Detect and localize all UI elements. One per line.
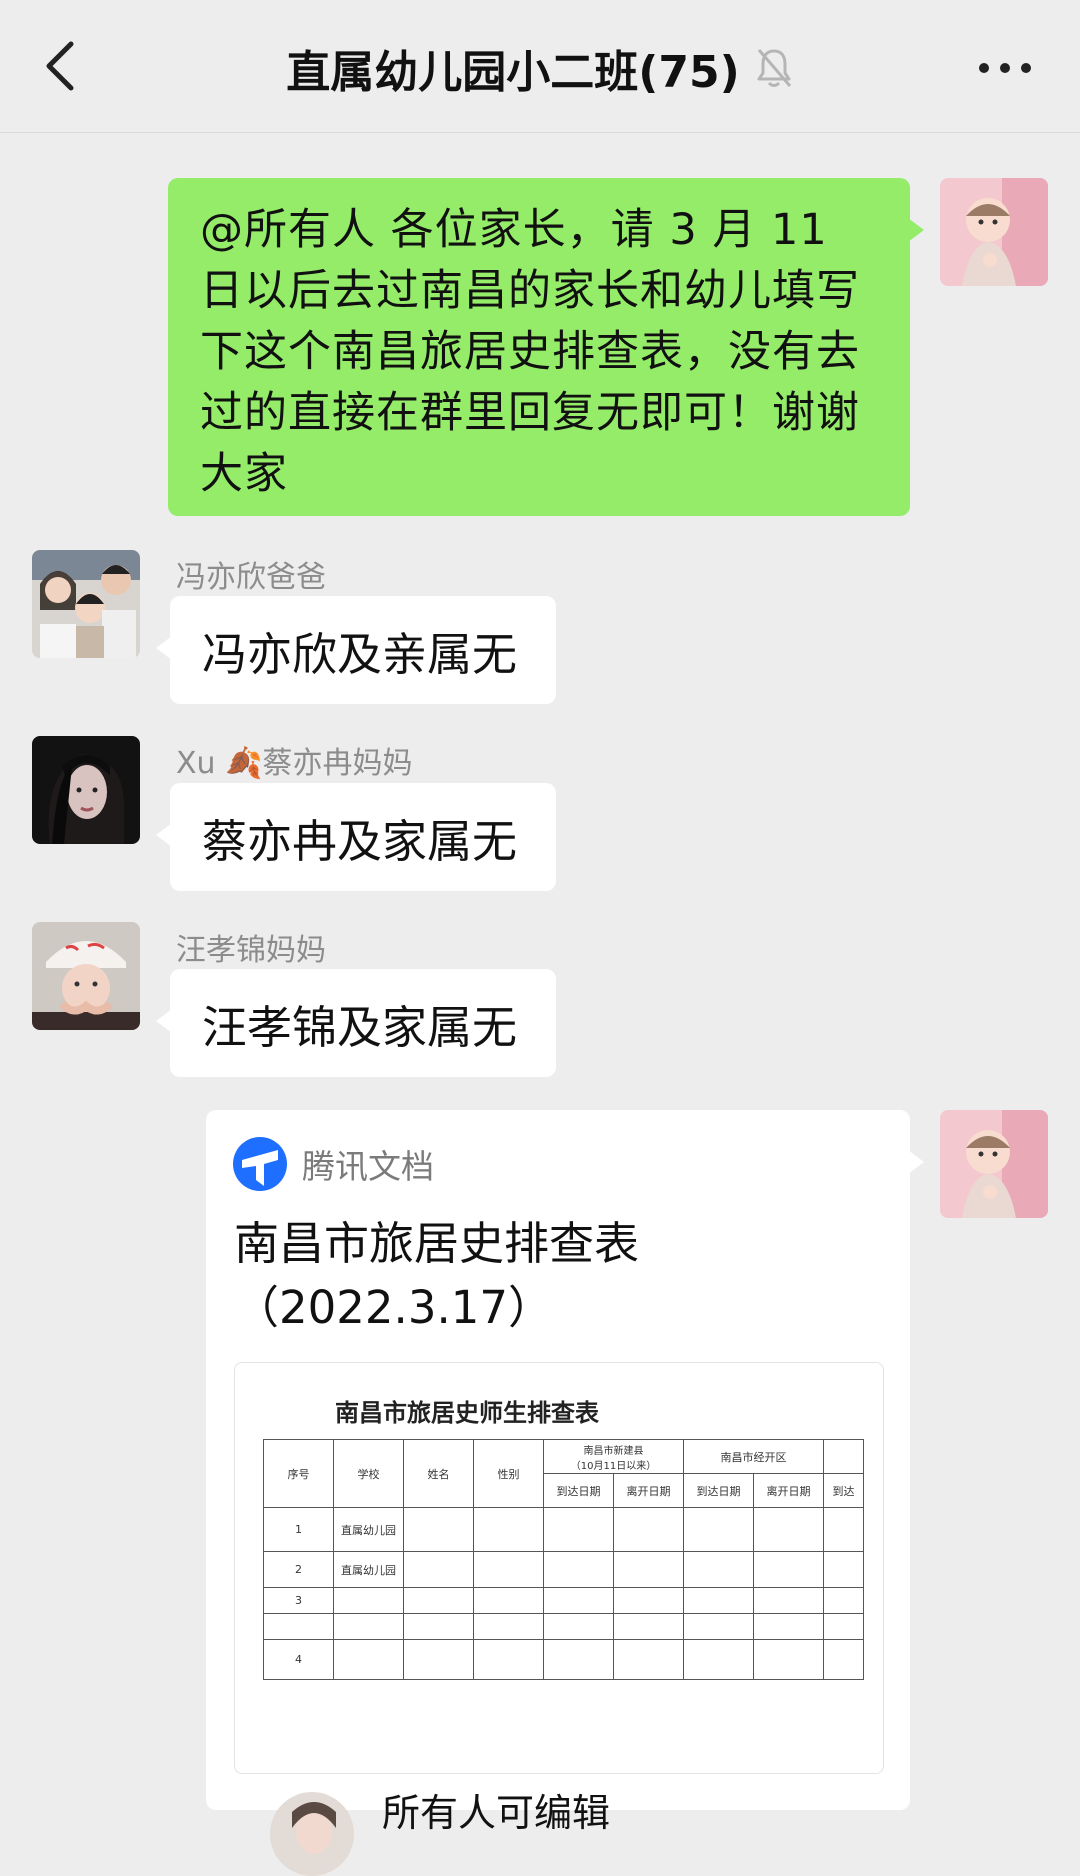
self-avatar[interactable] — [940, 178, 1048, 286]
reply-bubble[interactable]: 冯亦欣及亲属无 — [156, 596, 556, 704]
shared-doc-card[interactable]: 腾讯文档 南昌市旅居史排查表 （2022.3.17） 南昌市旅居史师生排查表 序… — [206, 1110, 924, 1876]
permission-text: 所有人可编辑 — [382, 1791, 611, 1835]
sender-name: 冯亦欣爸爸 — [176, 560, 326, 595]
table-header-cell: 离开日期 — [613, 1473, 684, 1508]
table-row: 1 直属幼儿园 — [263, 1507, 864, 1552]
table-header-cell: 到达日期 — [683, 1473, 754, 1508]
table-row: 4 — [263, 1639, 864, 1680]
reply-bubble[interactable]: 蔡亦冉及家属无 — [156, 783, 556, 891]
sender-avatar[interactable] — [32, 922, 140, 1030]
bell-muted-icon — [757, 49, 791, 87]
table-header-cell: 到达日期 — [543, 1473, 614, 1508]
table-cell — [263, 1613, 334, 1640]
sheet-title: 南昌市旅居史师生排查表 — [335, 1399, 599, 1427]
self-message-bubble[interactable]: @所有人 各位家长，请 3 月 11 日以后去过南昌的家长和幼儿填写下这个南昌旅… — [168, 178, 924, 516]
table-cell — [333, 1639, 404, 1680]
table-cell: 4 — [263, 1639, 334, 1680]
doc-permission: 所有人可编辑 — [206, 1772, 910, 1876]
table-header-cell: 姓名 — [403, 1439, 474, 1508]
table-cell: 2 — [263, 1551, 334, 1588]
doc-preview: 南昌市旅居史师生排查表 序号 学校 姓名 性别 南昌市新建县 （10月11日以来… — [234, 1362, 884, 1774]
table-header-cell: 离开日期 — [753, 1473, 824, 1508]
table-header-cell: 学校 — [333, 1439, 404, 1508]
sender-name: Xu 🍂蔡亦冉妈妈 — [176, 746, 413, 781]
chat-title: 直属幼儿园小二班(75) — [286, 47, 740, 98]
self-avatar[interactable] — [940, 1110, 1048, 1218]
doc-title: 南昌市旅居史排查表 （2022.3.17） — [234, 1217, 640, 1334]
more-dots-icon — [979, 63, 1031, 73]
table-cell: 直属幼儿园 — [333, 1507, 404, 1552]
sender-avatar[interactable] — [32, 736, 140, 844]
doc-app-name: 腾讯文档 — [302, 1147, 434, 1186]
table-cell: 3 — [263, 1587, 334, 1614]
table-cell — [333, 1613, 404, 1640]
table-cell: 直属幼儿园 — [333, 1551, 404, 1588]
table-row — [263, 1613, 864, 1640]
table-header-cell — [823, 1439, 864, 1474]
table-header-cell: 序号 — [263, 1439, 334, 1508]
table-header-cell: 到达 — [823, 1473, 864, 1508]
table-row: 2 直属幼儿园 — [263, 1551, 864, 1588]
owner-avatar — [270, 1792, 354, 1876]
sheet-table: 序号 学校 姓名 性别 南昌市新建县 （10月11日以来） 南昌市经开区 到达日… — [263, 1439, 864, 1680]
reply-bubble[interactable]: 汪孝锦及家属无 — [156, 969, 556, 1077]
doc-app-header: 腾讯文档 — [232, 1136, 434, 1192]
sender-name: 汪孝锦妈妈 — [176, 933, 326, 968]
tencent-docs-logo-icon — [233, 1137, 287, 1191]
top-bar: 直属幼儿园小二班(75) — [0, 0, 1080, 133]
table-row: 3 — [263, 1587, 864, 1614]
table-header-cell: 南昌市新建县 （10月11日以来） — [543, 1439, 684, 1474]
sender-avatar[interactable] — [32, 550, 140, 658]
table-header-cell: 南昌市经开区 — [683, 1439, 824, 1474]
table-cell — [333, 1587, 404, 1614]
more-button[interactable] — [970, 50, 1040, 86]
table-header-cell: 性别 — [473, 1439, 544, 1508]
table-cell: 1 — [263, 1507, 334, 1552]
chat-title-area: 直属幼儿园小二班(75) — [0, 38, 1080, 98]
